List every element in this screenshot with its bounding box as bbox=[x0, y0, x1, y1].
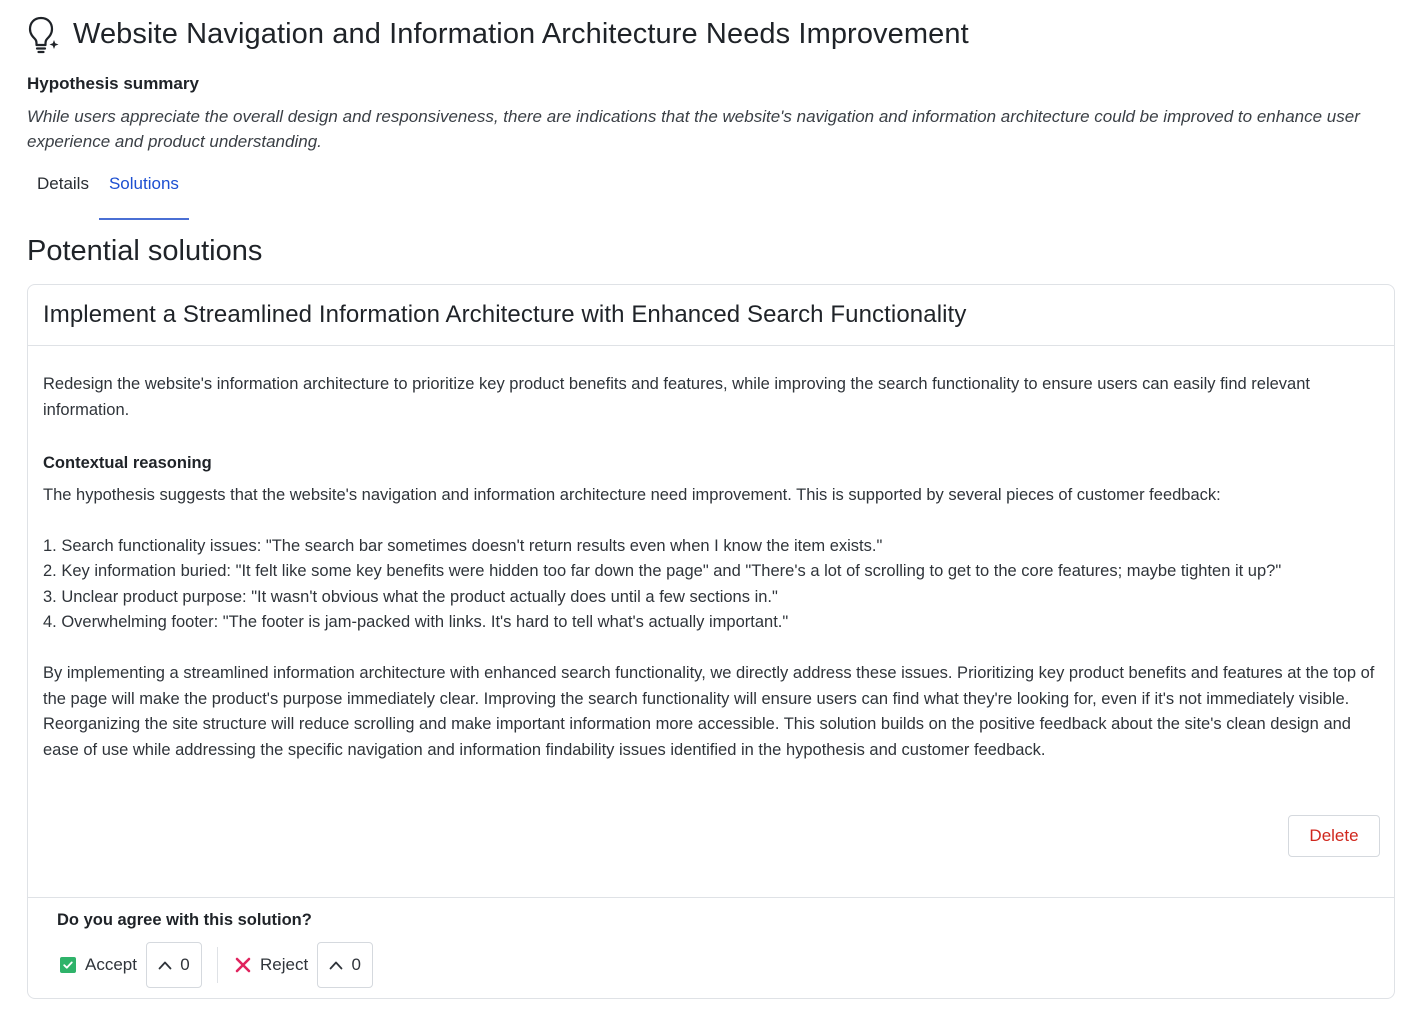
tab-solutions[interactable]: Solutions bbox=[98, 174, 189, 220]
solution-card-header: Implement a Streamlined Information Arch… bbox=[28, 285, 1394, 346]
agree-question: Do you agree with this solution? bbox=[57, 911, 312, 929]
close-icon bbox=[235, 957, 251, 973]
hypothesis-page: Website Navigation and Information Archi… bbox=[27, 0, 1395, 999]
delete-button[interactable]: Delete bbox=[1288, 815, 1380, 857]
vote-divider bbox=[216, 947, 218, 983]
reject-upvote-button[interactable]: 0 bbox=[317, 942, 374, 988]
contextual-reasoning-text: The hypothesis suggests that the website… bbox=[43, 485, 1375, 759]
reject-option[interactable]: Reject bbox=[234, 955, 308, 975]
page-title: Website Navigation and Information Archi… bbox=[73, 17, 969, 50]
vote-row: Accept 0 Reject 0 bbox=[57, 942, 1394, 988]
solution-card-body: Redesign the website's information archi… bbox=[28, 346, 1394, 763]
solution-title: Implement a Streamlined Information Arch… bbox=[43, 301, 967, 328]
hypothesis-summary-text: While users appreciate the overall desig… bbox=[27, 107, 1360, 151]
section-title: Potential solutions bbox=[27, 235, 263, 267]
chevron-up-icon bbox=[330, 961, 343, 970]
reject-count: 0 bbox=[351, 955, 361, 974]
accept-count: 0 bbox=[180, 955, 190, 974]
solution-description: Redesign the website's information archi… bbox=[43, 375, 1310, 419]
reject-label: Reject bbox=[259, 955, 309, 974]
tab-details[interactable]: Details bbox=[27, 174, 99, 220]
check-box-icon bbox=[60, 957, 76, 973]
title-row: Website Navigation and Information Archi… bbox=[25, 0, 1395, 68]
accept-option[interactable]: Accept bbox=[57, 955, 137, 975]
accept-label: Accept bbox=[85, 955, 137, 974]
accept-upvote-button[interactable]: 0 bbox=[145, 942, 202, 988]
solution-card: Implement a Streamlined Information Arch… bbox=[27, 284, 1395, 999]
lightbulb-sparkle-icon bbox=[25, 14, 61, 54]
solution-feedback: Do you agree with this solution? Accept … bbox=[28, 897, 1394, 988]
contextual-reasoning-label: Contextual reasoning bbox=[43, 454, 212, 472]
tab-bar: Details Solutions bbox=[27, 174, 1395, 220]
hypothesis-summary-label: Hypothesis summary bbox=[27, 74, 199, 93]
chevron-up-icon bbox=[158, 961, 172, 970]
